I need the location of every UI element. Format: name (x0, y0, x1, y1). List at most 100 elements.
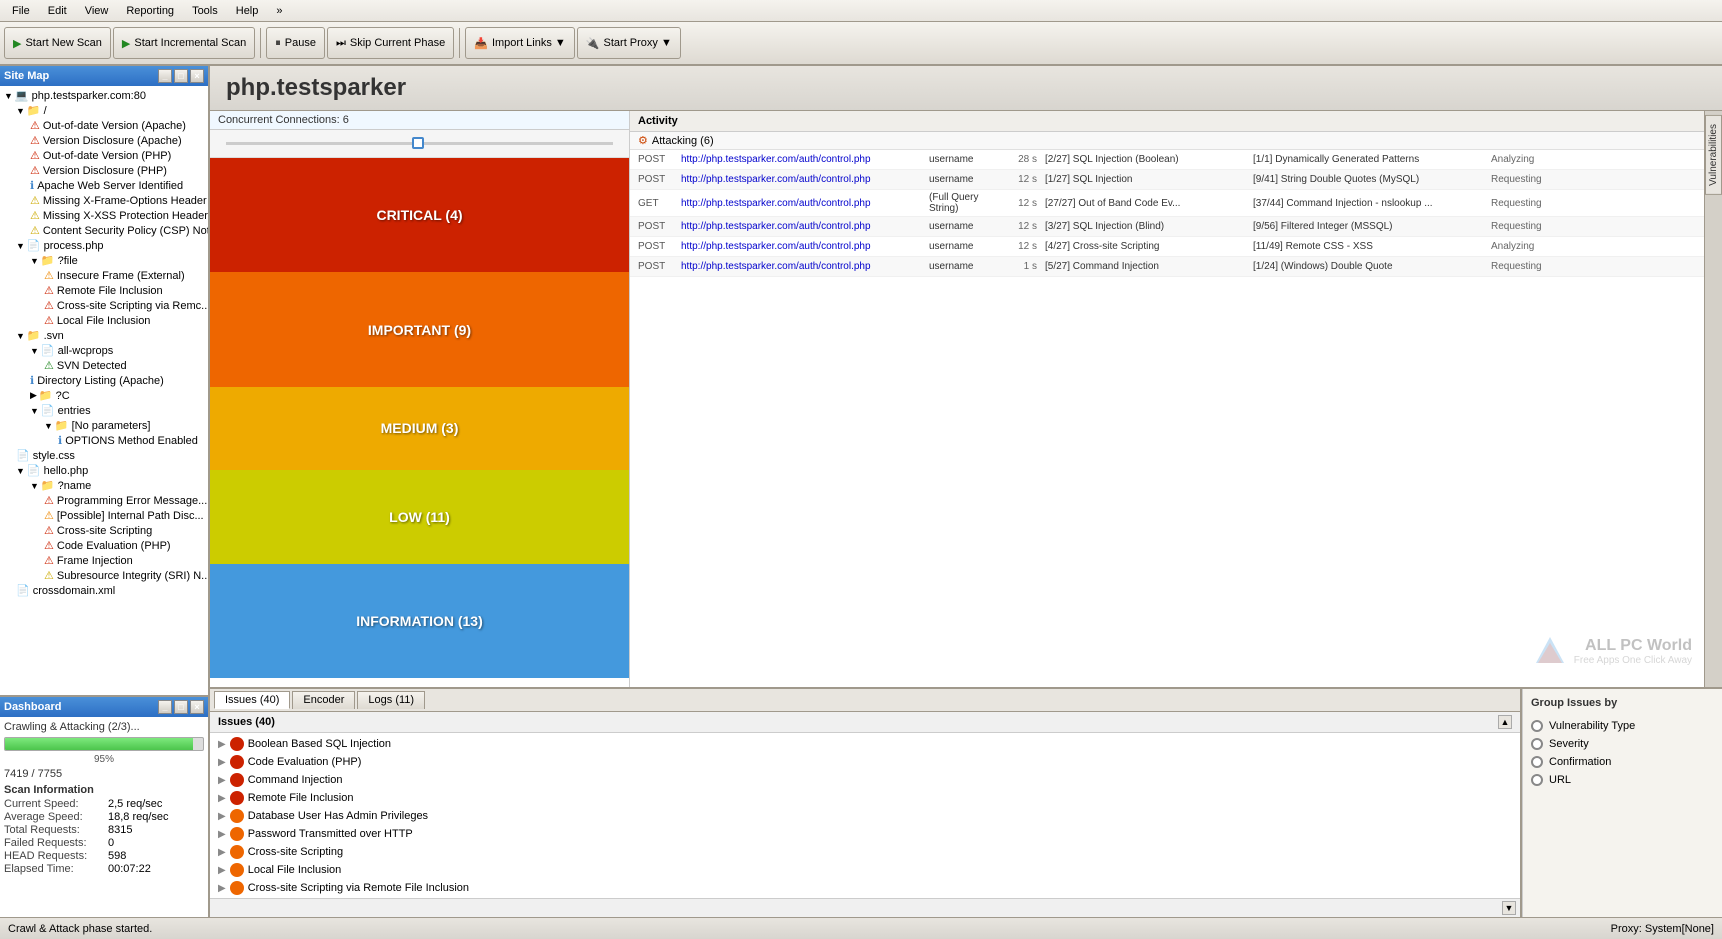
list-item[interactable]: ⚠ Cross-site Scripting via Remc... (2, 298, 206, 313)
list-item[interactable]: ℹ Directory Listing (Apache) (2, 373, 206, 388)
issue-expand-icon[interactable]: ▶ (218, 847, 226, 858)
file-expand-icon[interactable]: ▼ (30, 406, 39, 416)
list-item[interactable]: ⚠ Out-of-date Version (Apache) (2, 118, 206, 133)
list-item[interactable]: ⚠ Frame Injection (2, 553, 206, 568)
issue-item-0[interactable]: ▶ Boolean Based SQL Injection (212, 735, 1518, 753)
list-item[interactable]: ▼ 📄 entries (2, 403, 206, 418)
low-cell[interactable]: LOW (11) (210, 470, 629, 564)
issue-item-3[interactable]: ▶ Remote File Inclusion (212, 789, 1518, 807)
list-item[interactable]: ▼ 📁 .svn (2, 328, 206, 343)
menu-file[interactable]: File (4, 3, 38, 19)
issue-expand-icon[interactable]: ▶ (218, 865, 226, 876)
menu-view[interactable]: View (77, 3, 117, 19)
issue-item-1[interactable]: ▶ Code Evaluation (PHP) (212, 753, 1518, 771)
radio-severity[interactable] (1531, 738, 1543, 750)
issue-item-8[interactable]: ▶ Cross-site Scripting via Remote File I… (212, 879, 1518, 897)
list-item[interactable]: ▼ 📁 / (2, 103, 206, 118)
list-item[interactable]: ⚠ Out-of-date Version (PHP) (2, 148, 206, 163)
menu-tools[interactable]: Tools (184, 3, 226, 19)
activity-row-3[interactable]: POST http://php.testsparker.com/auth/con… (630, 217, 1704, 237)
list-item[interactable]: ▼ 📄 hello.php (2, 463, 206, 478)
issue-expand-icon[interactable]: ▶ (218, 793, 226, 804)
activity-row-5[interactable]: POST http://php.testsparker.com/auth/con… (630, 257, 1704, 277)
tree-root[interactable]: ▼ 💻 php.testsparker.com:80 (2, 88, 206, 103)
list-item[interactable]: 📄 style.css (2, 448, 206, 463)
list-item[interactable]: ⚠ Code Evaluation (PHP) (2, 538, 206, 553)
list-item[interactable]: ⚠ Missing X-Frame-Options Header (2, 193, 206, 208)
issue-item-4[interactable]: ▶ Database User Has Admin Privileges (212, 807, 1518, 825)
list-item[interactable]: 📄 crossdomain.xml (2, 583, 206, 598)
issue-item-2[interactable]: ▶ Command Injection (212, 771, 1518, 789)
critical-cell[interactable]: CRITICAL (4) (210, 158, 629, 272)
file-expand-icon[interactable]: ▼ (16, 466, 25, 476)
slider-thumb[interactable] (412, 137, 424, 149)
list-item[interactable]: ⚠ Remote File Inclusion (2, 283, 206, 298)
list-item[interactable]: ℹ Apache Web Server Identified (2, 178, 206, 193)
medium-cell[interactable]: MEDIUM (3) (210, 387, 629, 470)
issue-expand-icon[interactable]: ▶ (218, 757, 226, 768)
list-item[interactable]: ℹ OPTIONS Method Enabled (2, 433, 206, 448)
activity-row-4[interactable]: POST http://php.testsparker.com/auth/con… (630, 237, 1704, 257)
root-expand-icon[interactable]: ▼ (4, 91, 13, 101)
group-option-severity[interactable]: Severity (1531, 735, 1714, 753)
list-item[interactable]: ⚠ Content Security Policy (CSP) Not In..… (2, 223, 206, 238)
information-cell[interactable]: INFORMATION (13) (210, 564, 629, 678)
dashboard-restore[interactable]: □ (174, 700, 188, 714)
menu-help[interactable]: Help (228, 3, 267, 19)
list-item[interactable]: ▼ 📁 ?name (2, 478, 206, 493)
group-option-url[interactable]: URL (1531, 771, 1714, 789)
issue-item-7[interactable]: ▶ Local File Inclusion (212, 861, 1518, 879)
list-item[interactable]: ⚠ Insecure Frame (External) (2, 268, 206, 283)
folder-expand-icon[interactable]: ▼ (30, 256, 39, 266)
list-item[interactable]: ⚠ Local File Inclusion (2, 313, 206, 328)
tab-logs[interactable]: Logs (11) (357, 691, 425, 709)
issue-expand-icon[interactable]: ▶ (218, 811, 226, 822)
menu-edit[interactable]: Edit (40, 3, 75, 19)
group-option-confirmation[interactable]: Confirmation (1531, 753, 1714, 771)
site-map-minimize[interactable]: _ (158, 69, 172, 83)
issue-expand-icon[interactable]: ▶ (218, 739, 226, 750)
list-item[interactable]: ⚠ Version Disclosure (Apache) (2, 133, 206, 148)
list-item[interactable]: ▶ 📁 ?C (2, 388, 206, 403)
folder-expand-icon[interactable]: ▼ (44, 421, 53, 431)
issues-scroll-up[interactable]: ▲ (1498, 715, 1512, 729)
list-item[interactable]: ⚠ Subresource Integrity (SRI) N... (2, 568, 206, 583)
list-item[interactable]: ▼ 📄 all-wcprops (2, 343, 206, 358)
activity-row-1[interactable]: POST http://php.testsparker.com/auth/con… (630, 170, 1704, 190)
radio-vulnerability-type[interactable] (1531, 720, 1543, 732)
issue-item-6[interactable]: ▶ Cross-site Scripting (212, 843, 1518, 861)
site-map-close[interactable]: × (190, 69, 204, 83)
tab-issues[interactable]: Issues (40) (214, 691, 290, 709)
list-item[interactable]: ⚠ Cross-site Scripting (2, 523, 206, 538)
folder-expand-icon[interactable]: ▼ (30, 481, 39, 491)
side-tab-vulnerabilities[interactable]: Vulnerabilities (1705, 115, 1722, 195)
menu-more[interactable]: » (268, 3, 290, 19)
issue-item-5[interactable]: ▶ Password Transmitted over HTTP (212, 825, 1518, 843)
file-expand-icon[interactable]: ▼ (30, 346, 39, 356)
slider-container[interactable] (210, 130, 629, 158)
issue-expand-icon[interactable]: ▶ (218, 883, 226, 894)
menu-reporting[interactable]: Reporting (118, 3, 182, 19)
radio-url[interactable] (1531, 774, 1543, 786)
list-item[interactable]: ▼ 📁 ?file (2, 253, 206, 268)
issue-expand-icon[interactable]: ▶ (218, 829, 226, 840)
list-item[interactable]: ▼ 📄 process.php (2, 238, 206, 253)
tab-encoder[interactable]: Encoder (292, 691, 355, 709)
radio-confirmation[interactable] (1531, 756, 1543, 768)
issue-expand-icon[interactable]: ▶ (218, 775, 226, 786)
new-scan-button[interactable]: ▶ Start New Scan (4, 27, 111, 59)
start-proxy-button[interactable]: 🔌 Start Proxy ▼ (577, 27, 681, 59)
pause-button[interactable]: ⏸ Pause (266, 27, 325, 59)
file-expand-icon[interactable]: ▼ (16, 241, 25, 251)
folder-expand-icon[interactable]: ▼ (16, 106, 25, 116)
folder-expand-icon[interactable]: ▶ (30, 390, 37, 401)
issues-scroll-down[interactable]: ▼ (1502, 901, 1516, 915)
important-cell[interactable]: IMPORTANT (9) (210, 272, 629, 386)
incremental-scan-button[interactable]: ▶ Start Incremental Scan (113, 27, 255, 59)
site-map-restore[interactable]: □ (174, 69, 188, 83)
svn-expand-icon[interactable]: ▼ (16, 331, 25, 341)
activity-row-2[interactable]: GET http://php.testsparker.com/auth/cont… (630, 190, 1704, 217)
list-item[interactable]: ▼ 📁 [No parameters] (2, 418, 206, 433)
slider-track[interactable] (226, 142, 613, 145)
list-item[interactable]: ⚠ [Possible] Internal Path Disc... (2, 508, 206, 523)
